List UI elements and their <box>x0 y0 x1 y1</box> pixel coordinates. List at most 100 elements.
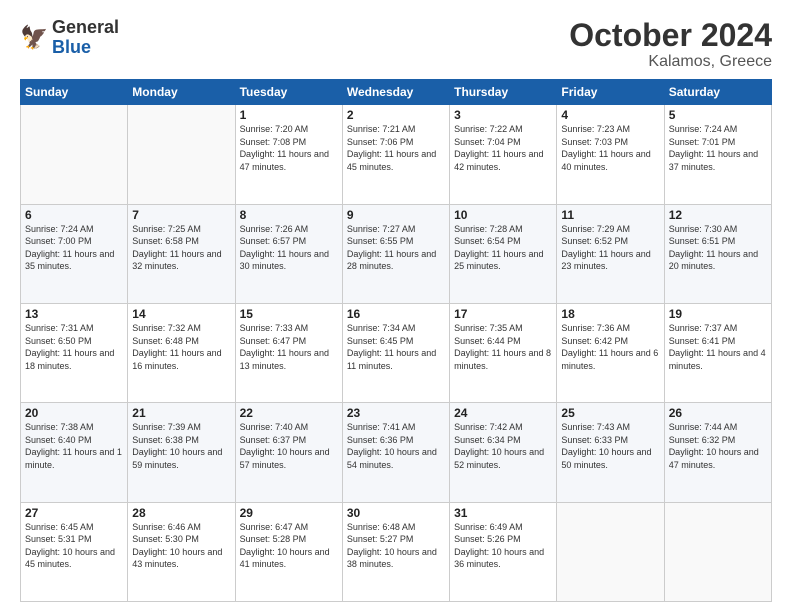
day-info: Sunrise: 6:48 AM Sunset: 5:27 PM Dayligh… <box>347 521 445 571</box>
day-info: Sunrise: 7:24 AM Sunset: 7:00 PM Dayligh… <box>25 223 123 273</box>
weekday-header-row: Sunday Monday Tuesday Wednesday Thursday… <box>21 80 772 105</box>
calendar-cell: 12Sunrise: 7:30 AM Sunset: 6:51 PM Dayli… <box>664 204 771 303</box>
logo: 🦅 General Blue <box>20 18 119 58</box>
calendar-cell: 20Sunrise: 7:38 AM Sunset: 6:40 PM Dayli… <box>21 403 128 502</box>
day-number: 11 <box>561 208 659 222</box>
calendar-cell: 14Sunrise: 7:32 AM Sunset: 6:48 PM Dayli… <box>128 303 235 402</box>
calendar-week-row: 1Sunrise: 7:20 AM Sunset: 7:08 PM Daylig… <box>21 105 772 204</box>
day-number: 16 <box>347 307 445 321</box>
header: 🦅 General Blue October 2024 Kalamos, Gre… <box>20 18 772 71</box>
day-number: 8 <box>240 208 338 222</box>
calendar-cell: 23Sunrise: 7:41 AM Sunset: 6:36 PM Dayli… <box>342 403 449 502</box>
calendar-table: Sunday Monday Tuesday Wednesday Thursday… <box>20 79 772 602</box>
day-number: 13 <box>25 307 123 321</box>
day-info: Sunrise: 6:47 AM Sunset: 5:28 PM Dayligh… <box>240 521 338 571</box>
day-number: 31 <box>454 506 552 520</box>
month-title: October 2024 <box>569 18 772 53</box>
day-number: 9 <box>347 208 445 222</box>
day-number: 1 <box>240 108 338 122</box>
day-number: 29 <box>240 506 338 520</box>
day-number: 3 <box>454 108 552 122</box>
day-number: 20 <box>25 406 123 420</box>
day-number: 6 <box>25 208 123 222</box>
calendar-cell: 10Sunrise: 7:28 AM Sunset: 6:54 PM Dayli… <box>450 204 557 303</box>
day-info: Sunrise: 7:20 AM Sunset: 7:08 PM Dayligh… <box>240 123 338 173</box>
header-friday: Friday <box>557 80 664 105</box>
logo-icon: 🦅 <box>20 24 48 52</box>
calendar-week-row: 6Sunrise: 7:24 AM Sunset: 7:00 PM Daylig… <box>21 204 772 303</box>
header-monday: Monday <box>128 80 235 105</box>
day-info: Sunrise: 7:40 AM Sunset: 6:37 PM Dayligh… <box>240 421 338 471</box>
calendar-cell <box>664 502 771 601</box>
day-number: 22 <box>240 406 338 420</box>
calendar-cell <box>128 105 235 204</box>
day-info: Sunrise: 7:27 AM Sunset: 6:55 PM Dayligh… <box>347 223 445 273</box>
calendar-cell: 26Sunrise: 7:44 AM Sunset: 6:32 PM Dayli… <box>664 403 771 502</box>
day-number: 30 <box>347 506 445 520</box>
day-number: 2 <box>347 108 445 122</box>
day-number: 23 <box>347 406 445 420</box>
calendar-cell: 24Sunrise: 7:42 AM Sunset: 6:34 PM Dayli… <box>450 403 557 502</box>
calendar-cell: 4Sunrise: 7:23 AM Sunset: 7:03 PM Daylig… <box>557 105 664 204</box>
calendar-cell: 19Sunrise: 7:37 AM Sunset: 6:41 PM Dayli… <box>664 303 771 402</box>
calendar-cell: 8Sunrise: 7:26 AM Sunset: 6:57 PM Daylig… <box>235 204 342 303</box>
day-info: Sunrise: 7:28 AM Sunset: 6:54 PM Dayligh… <box>454 223 552 273</box>
calendar-cell: 15Sunrise: 7:33 AM Sunset: 6:47 PM Dayli… <box>235 303 342 402</box>
day-info: Sunrise: 6:49 AM Sunset: 5:26 PM Dayligh… <box>454 521 552 571</box>
day-info: Sunrise: 7:42 AM Sunset: 6:34 PM Dayligh… <box>454 421 552 471</box>
calendar-cell: 6Sunrise: 7:24 AM Sunset: 7:00 PM Daylig… <box>21 204 128 303</box>
calendar-cell: 9Sunrise: 7:27 AM Sunset: 6:55 PM Daylig… <box>342 204 449 303</box>
day-info: Sunrise: 7:34 AM Sunset: 6:45 PM Dayligh… <box>347 322 445 372</box>
day-info: Sunrise: 7:44 AM Sunset: 6:32 PM Dayligh… <box>669 421 767 471</box>
calendar-cell: 25Sunrise: 7:43 AM Sunset: 6:33 PM Dayli… <box>557 403 664 502</box>
day-number: 21 <box>132 406 230 420</box>
day-info: Sunrise: 7:43 AM Sunset: 6:33 PM Dayligh… <box>561 421 659 471</box>
day-number: 27 <box>25 506 123 520</box>
calendar-cell: 11Sunrise: 7:29 AM Sunset: 6:52 PM Dayli… <box>557 204 664 303</box>
calendar-cell: 21Sunrise: 7:39 AM Sunset: 6:38 PM Dayli… <box>128 403 235 502</box>
day-info: Sunrise: 7:30 AM Sunset: 6:51 PM Dayligh… <box>669 223 767 273</box>
day-number: 18 <box>561 307 659 321</box>
day-number: 17 <box>454 307 552 321</box>
calendar-cell: 2Sunrise: 7:21 AM Sunset: 7:06 PM Daylig… <box>342 105 449 204</box>
calendar-cell: 22Sunrise: 7:40 AM Sunset: 6:37 PM Dayli… <box>235 403 342 502</box>
calendar-week-row: 13Sunrise: 7:31 AM Sunset: 6:50 PM Dayli… <box>21 303 772 402</box>
day-info: Sunrise: 7:31 AM Sunset: 6:50 PM Dayligh… <box>25 322 123 372</box>
title-block: October 2024 Kalamos, Greece <box>569 18 772 71</box>
header-thursday: Thursday <box>450 80 557 105</box>
calendar-cell <box>21 105 128 204</box>
calendar-cell: 13Sunrise: 7:31 AM Sunset: 6:50 PM Dayli… <box>21 303 128 402</box>
header-saturday: Saturday <box>664 80 771 105</box>
day-info: Sunrise: 7:25 AM Sunset: 6:58 PM Dayligh… <box>132 223 230 273</box>
day-info: Sunrise: 7:32 AM Sunset: 6:48 PM Dayligh… <box>132 322 230 372</box>
header-sunday: Sunday <box>21 80 128 105</box>
calendar-page: 🦅 General Blue October 2024 Kalamos, Gre… <box>0 0 792 612</box>
calendar-cell: 17Sunrise: 7:35 AM Sunset: 6:44 PM Dayli… <box>450 303 557 402</box>
svg-text:🦅: 🦅 <box>20 24 48 50</box>
day-number: 12 <box>669 208 767 222</box>
day-number: 25 <box>561 406 659 420</box>
day-info: Sunrise: 7:23 AM Sunset: 7:03 PM Dayligh… <box>561 123 659 173</box>
calendar-cell <box>557 502 664 601</box>
day-info: Sunrise: 7:38 AM Sunset: 6:40 PM Dayligh… <box>25 421 123 471</box>
calendar-cell: 29Sunrise: 6:47 AM Sunset: 5:28 PM Dayli… <box>235 502 342 601</box>
calendar-cell: 30Sunrise: 6:48 AM Sunset: 5:27 PM Dayli… <box>342 502 449 601</box>
calendar-cell: 16Sunrise: 7:34 AM Sunset: 6:45 PM Dayli… <box>342 303 449 402</box>
day-number: 26 <box>669 406 767 420</box>
location-title: Kalamos, Greece <box>569 53 772 71</box>
calendar-cell: 5Sunrise: 7:24 AM Sunset: 7:01 PM Daylig… <box>664 105 771 204</box>
day-info: Sunrise: 7:21 AM Sunset: 7:06 PM Dayligh… <box>347 123 445 173</box>
day-number: 28 <box>132 506 230 520</box>
header-tuesday: Tuesday <box>235 80 342 105</box>
calendar-cell: 3Sunrise: 7:22 AM Sunset: 7:04 PM Daylig… <box>450 105 557 204</box>
calendar-cell: 18Sunrise: 7:36 AM Sunset: 6:42 PM Dayli… <box>557 303 664 402</box>
day-info: Sunrise: 7:41 AM Sunset: 6:36 PM Dayligh… <box>347 421 445 471</box>
day-number: 7 <box>132 208 230 222</box>
day-info: Sunrise: 7:35 AM Sunset: 6:44 PM Dayligh… <box>454 322 552 372</box>
day-info: Sunrise: 7:33 AM Sunset: 6:47 PM Dayligh… <box>240 322 338 372</box>
day-info: Sunrise: 6:45 AM Sunset: 5:31 PM Dayligh… <box>25 521 123 571</box>
day-info: Sunrise: 6:46 AM Sunset: 5:30 PM Dayligh… <box>132 521 230 571</box>
day-number: 5 <box>669 108 767 122</box>
day-number: 19 <box>669 307 767 321</box>
calendar-cell: 27Sunrise: 6:45 AM Sunset: 5:31 PM Dayli… <box>21 502 128 601</box>
